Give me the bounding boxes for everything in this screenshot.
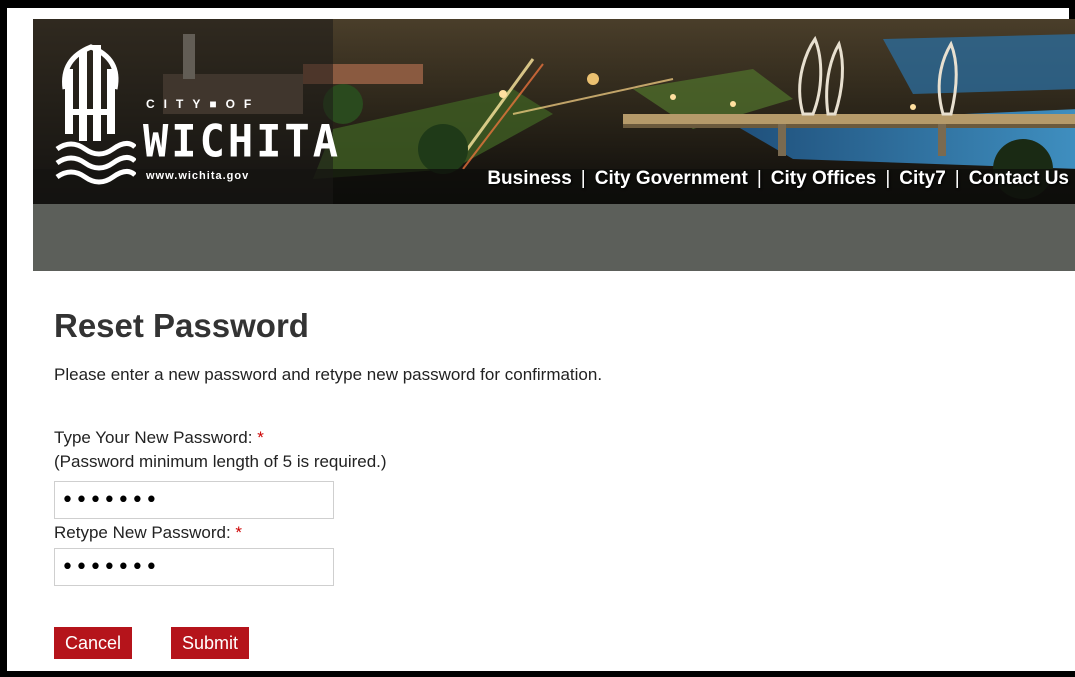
nav-separator: | — [885, 168, 891, 189]
logo-city-of: CITY■OF — [146, 97, 261, 111]
site-header: CITY■OF WICHITA www.wichita.gov Business… — [33, 19, 1075, 204]
city-logo[interactable]: CITY■OF WICHITA www.wichita.gov — [51, 39, 338, 189]
required-marker: * — [257, 428, 264, 447]
page-title: Reset Password — [54, 307, 309, 344]
nav-city-offices[interactable]: City Offices — [771, 168, 877, 190]
new-password-label: Type Your New Password: * — [54, 428, 264, 448]
new-password-input[interactable]: ••••••• — [54, 481, 334, 519]
new-password-label-text: Type Your New Password: — [54, 428, 253, 447]
intro-text: Please enter a new password and retype n… — [54, 365, 603, 384]
submit-button[interactable]: Submit — [171, 627, 250, 659]
nav-business[interactable]: Business — [487, 168, 571, 190]
header-gray-bar — [33, 204, 1075, 271]
nav-separator: | — [580, 168, 586, 189]
retype-password-label: Retype New Password: * — [54, 523, 242, 543]
page-frame: CITY■OF WICHITA www.wichita.gov Business… — [7, 8, 1075, 671]
logo-wichita: WICHITA — [143, 115, 342, 168]
retype-password-input[interactable]: ••••••• — [54, 548, 334, 586]
browser-viewport: CITY■OF WICHITA www.wichita.gov Business… — [33, 19, 1075, 671]
nav-separator: | — [756, 168, 762, 189]
cancel-button[interactable]: Cancel — [54, 627, 133, 659]
screenshot-border: CITY■OF WICHITA www.wichita.gov Business… — [0, 0, 1075, 677]
nav-city-government[interactable]: City Government — [595, 168, 748, 190]
wichita-keeper-icon — [55, 44, 136, 185]
retype-password-label-text: Retype New Password: — [54, 523, 231, 542]
nav-city7[interactable]: City7 — [899, 168, 945, 190]
nav-separator: | — [954, 168, 960, 189]
nav-contact-us[interactable]: Contact Us — [969, 168, 1069, 190]
required-marker: * — [235, 523, 243, 542]
password-length-hint: (Password minimum length of 5 is require… — [54, 452, 387, 471]
top-navigation: Business | City Government | City Office… — [487, 168, 1069, 190]
logo-url: www.wichita.gov — [146, 170, 250, 182]
